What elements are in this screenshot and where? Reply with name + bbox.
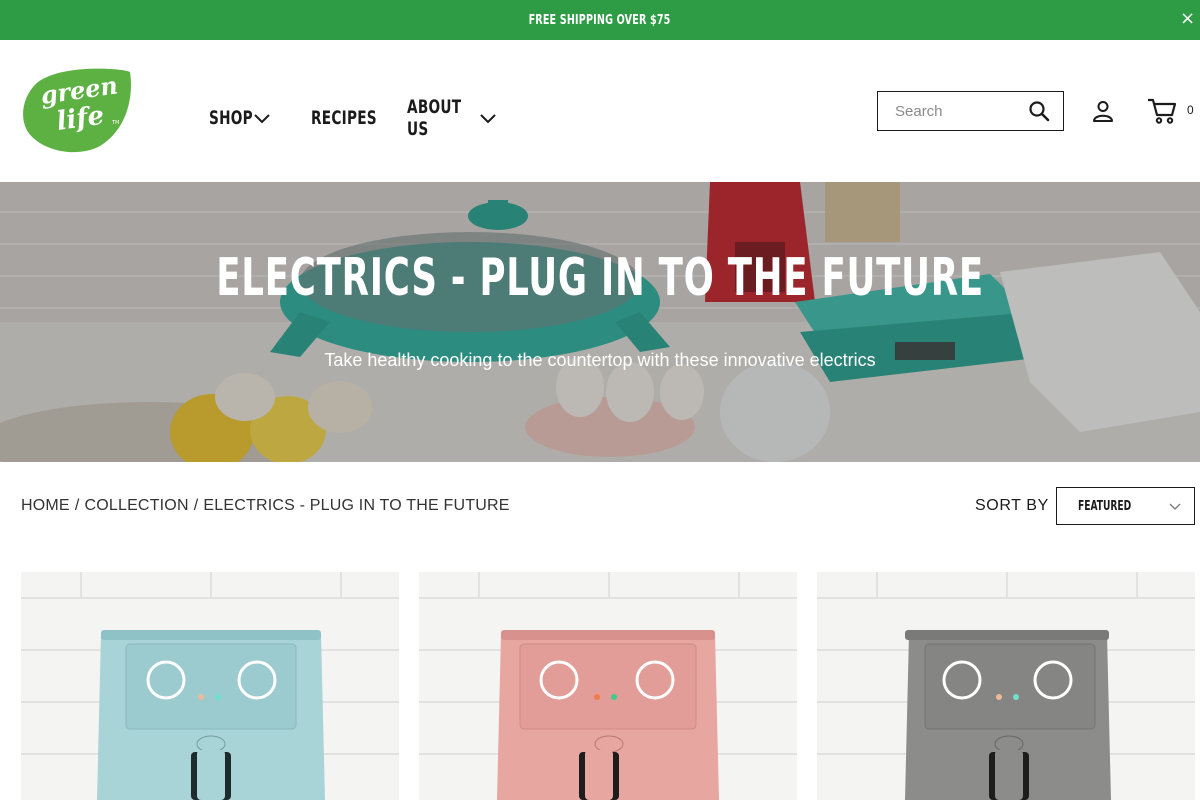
breadcrumb-current: ELECTRICS - PLUG IN TO THE FUTURE <box>203 497 510 514</box>
hero-overlay <box>0 182 1200 462</box>
breadcrumb-separator: / <box>193 497 199 514</box>
chevron-down-icon <box>254 114 270 124</box>
nav-label-about-us: ABOUT US <box>407 96 462 140</box>
breadcrumb-collection[interactable]: COLLECTION <box>84 497 188 515</box>
hero-title: ELECTRICS - PLUG IN TO THE FUTURE <box>0 248 1200 308</box>
air-fryer-image <box>419 572 797 800</box>
nav-item-recipes[interactable]: RECIPES <box>311 107 377 129</box>
chevron-down-icon <box>480 114 496 124</box>
hero-subtitle: Take healthy cooking to the countertop w… <box>324 350 876 370</box>
product-card[interactable] <box>21 572 399 800</box>
close-icon[interactable]: × <box>1180 10 1196 28</box>
air-fryer-image <box>817 572 1195 800</box>
cart-count: 0 <box>1187 103 1194 117</box>
breadcrumb: HOME / COLLECTION / ELECTRICS - PLUG IN … <box>21 497 510 515</box>
sort-label: SORT BY <box>975 497 1049 514</box>
logo-tm: TM <box>111 120 119 126</box>
announcement-bar: FREE SHIPPING OVER $75 × <box>0 0 1200 40</box>
main-nav: SHOP RECIPES ABOUT US <box>209 96 537 140</box>
product-card[interactable] <box>419 572 797 800</box>
breadcrumb-separator: / <box>74 497 80 514</box>
chevron-down-icon <box>1169 503 1181 510</box>
nav-label-recipes: RECIPES <box>311 107 377 129</box>
search-icon[interactable] <box>1028 100 1050 122</box>
hero-banner: ELECTRICS - PLUG IN TO THE FUTURE Take h… <box>0 182 1200 462</box>
hero-title-text: ELECTRICS - PLUG IN TO THE FUTURE <box>216 248 984 308</box>
breadcrumb-home[interactable]: HOME <box>21 497 70 515</box>
sort-select[interactable]: FEATURED <box>1056 487 1195 525</box>
nav-label-shop: SHOP <box>209 107 253 129</box>
announcement-text: FREE SHIPPING OVER $75 <box>529 12 671 28</box>
search-input[interactable] <box>878 93 1018 129</box>
search-box <box>877 91 1064 131</box>
cart-icon[interactable] <box>1147 97 1177 125</box>
nav-item-about-us[interactable]: ABOUT US <box>407 96 497 140</box>
greenlife-logo[interactable]: green life TM <box>22 68 134 154</box>
product-card[interactable] <box>817 572 1195 800</box>
account-icon[interactable] <box>1091 99 1115 123</box>
sort-selected-value: FEATURED <box>1078 498 1132 514</box>
nav-item-shop[interactable]: SHOP <box>209 107 271 129</box>
air-fryer-image <box>21 572 399 800</box>
site-header: green life TM SHOP RECIPES ABOUT US Sear… <box>0 40 1200 182</box>
